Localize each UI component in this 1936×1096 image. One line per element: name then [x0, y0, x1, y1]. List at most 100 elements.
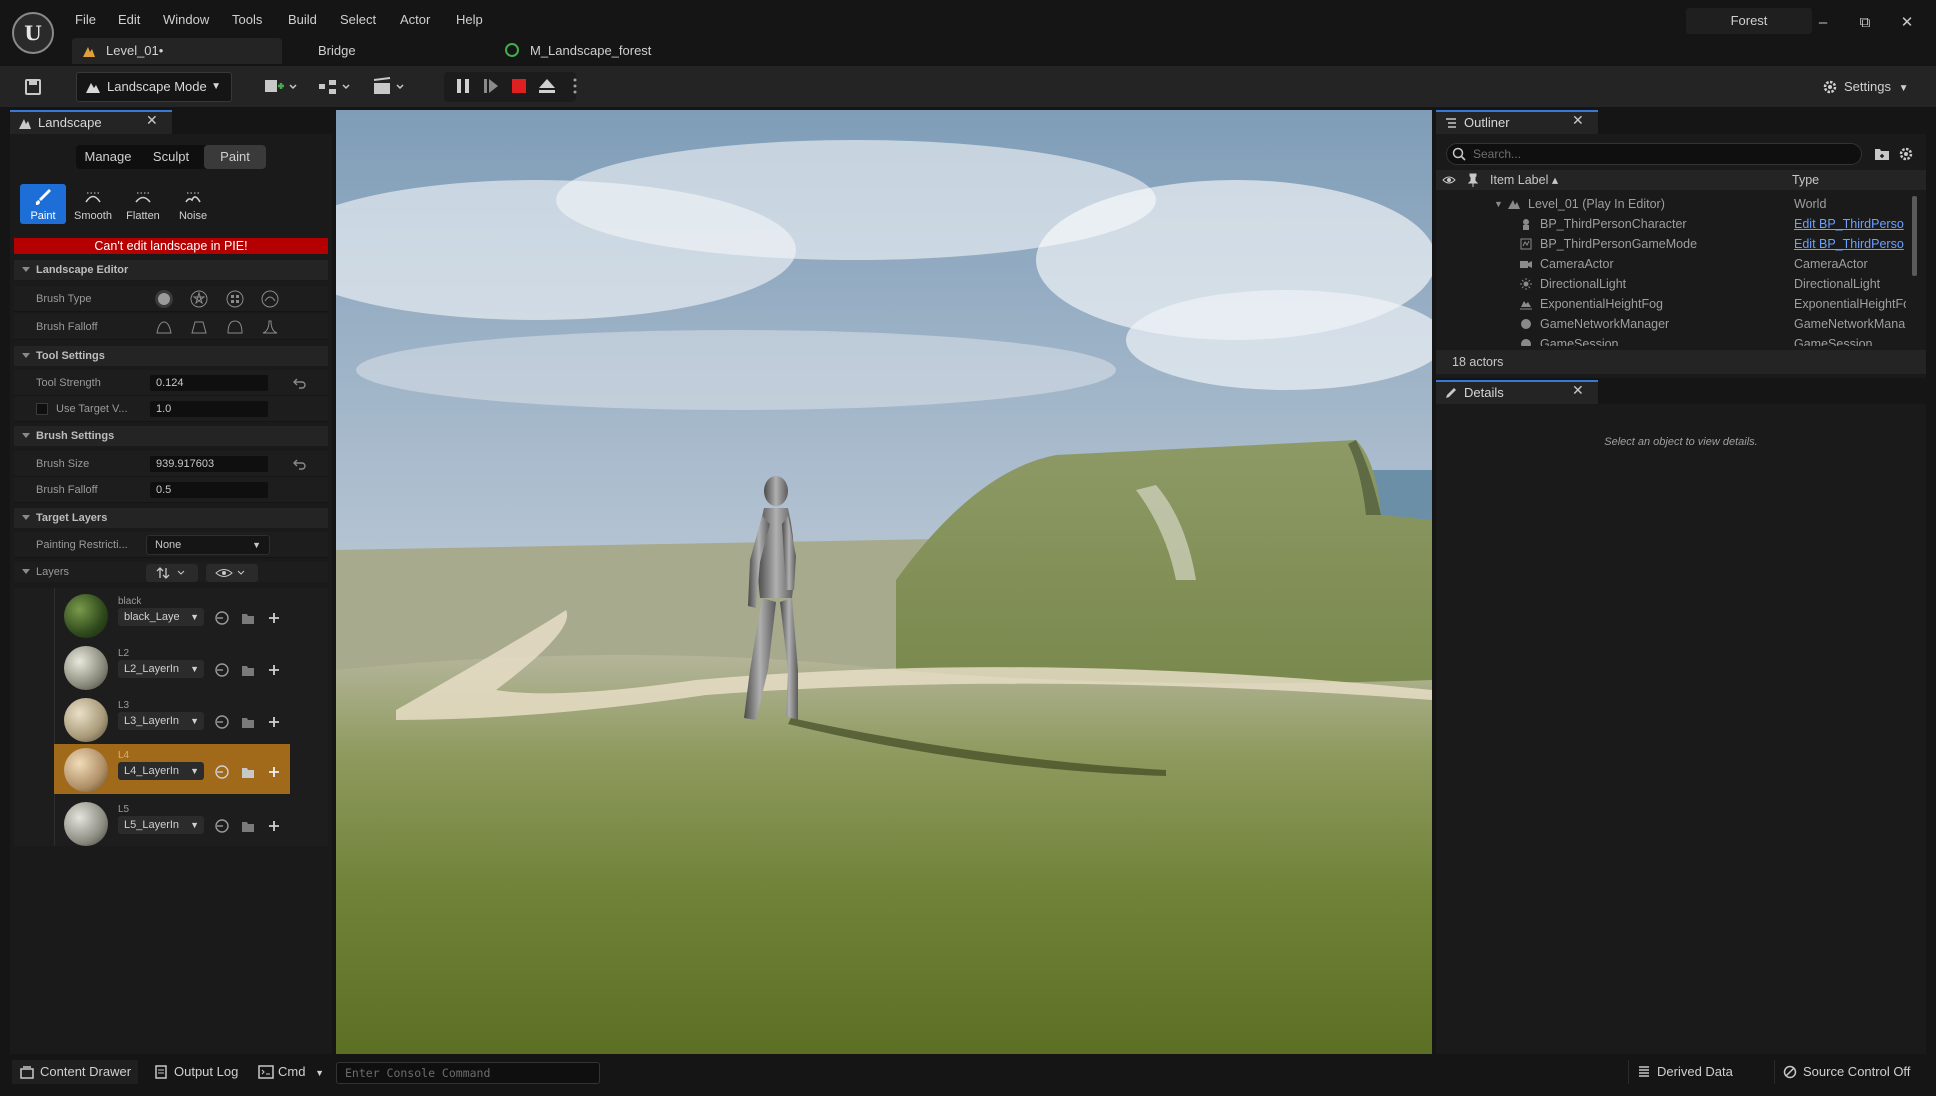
tree-row[interactable]: BP_ThirdPersonGameMode Edit BP_ThirdPers… [1436, 234, 1910, 254]
content-drawer-button[interactable]: Content Drawer [12, 1060, 138, 1084]
gear-icon[interactable] [1898, 146, 1914, 162]
menu-build[interactable]: Build [288, 10, 317, 30]
component-brush-icon[interactable] [260, 289, 280, 309]
edit-blueprint-link[interactable]: Edit BP_ThirdPerso [1794, 234, 1906, 254]
source-control-button[interactable]: Source Control Off [1774, 1060, 1926, 1084]
tool-flatten[interactable]: Flatten [120, 184, 166, 224]
menu-edit[interactable]: Edit [118, 10, 140, 30]
use-selected-icon[interactable] [214, 818, 230, 834]
more-options-icon[interactable] [564, 74, 586, 98]
mode-paint[interactable]: Paint [204, 145, 266, 169]
tree-row[interactable]: CameraActor CameraActor [1436, 254, 1910, 274]
browse-icon[interactable] [240, 764, 256, 780]
tool-smooth[interactable]: Smooth [70, 184, 116, 224]
eye-icon[interactable] [1442, 175, 1456, 185]
mode-sculpt[interactable]: Sculpt [144, 145, 198, 169]
pattern-brush-icon[interactable] [225, 289, 245, 309]
layer-row-black[interactable]: black black_Laye ▼ [54, 590, 290, 640]
painting-restriction-select[interactable]: None ▼ [146, 535, 270, 555]
cmd-dropdown[interactable]: Cmd ▼ [250, 1060, 330, 1084]
reset-arrow-icon[interactable] [292, 457, 306, 471]
outliner-scrollbar[interactable] [1912, 196, 1917, 276]
layer-sort-button[interactable] [146, 564, 198, 582]
chevron-down-icon[interactable]: ▼ [1494, 194, 1503, 214]
use-selected-icon[interactable] [214, 662, 230, 678]
use-selected-icon[interactable] [214, 764, 230, 780]
tool-paint[interactable]: Paint [20, 184, 66, 224]
column-type[interactable]: Type [1792, 170, 1819, 190]
layer-info-select[interactable]: L2_LayerIn ▼ [118, 660, 204, 678]
section-tool-settings[interactable]: Tool Settings [14, 346, 328, 366]
close-tab-icon[interactable]: ✕ [1572, 112, 1584, 129]
unreal-logo-icon[interactable]: U [12, 12, 54, 54]
level-viewport[interactable] [336, 110, 1432, 1054]
console-command-input[interactable]: Enter Console Command [336, 1062, 600, 1084]
menu-select[interactable]: Select [340, 10, 376, 30]
alpha-brush-icon[interactable] [189, 289, 209, 309]
add-icon[interactable] [266, 818, 282, 834]
add-icon[interactable] [266, 764, 282, 780]
outliner-search-input[interactable]: Search... [1446, 143, 1862, 165]
browse-icon[interactable] [240, 714, 256, 730]
reset-arrow-icon[interactable] [292, 376, 306, 390]
linear-falloff-icon[interactable] [189, 317, 209, 337]
brush-falloff-input[interactable]: 0.5 [150, 482, 268, 498]
layer-row-l2[interactable]: L2 L2_LayerIn ▼ [54, 642, 290, 692]
tool-strength-input[interactable]: 0.124 [150, 375, 268, 391]
circle-brush-icon[interactable] [154, 289, 174, 309]
tab-bridge[interactable]: Bridge [318, 38, 356, 64]
add-icon[interactable] [266, 714, 282, 730]
tab-level[interactable]: Level_01• [72, 38, 282, 64]
tab-material[interactable]: M_Landscape_forest [530, 38, 651, 64]
menu-window[interactable]: Window [163, 10, 209, 30]
pin-icon[interactable] [1468, 173, 1478, 187]
eject-icon[interactable] [536, 74, 558, 98]
derived-data-button[interactable]: Derived Data [1628, 1060, 1748, 1084]
close-window-icon[interactable]: ✕ [1892, 10, 1922, 36]
step-frame-icon[interactable] [480, 74, 502, 98]
use-selected-icon[interactable] [214, 714, 230, 730]
smooth-falloff-icon[interactable] [154, 317, 174, 337]
browse-icon[interactable] [240, 610, 256, 626]
tip-falloff-icon[interactable] [260, 317, 280, 337]
add-folder-icon[interactable] [1874, 146, 1890, 162]
section-landscape-editor[interactable]: Landscape Editor [14, 260, 328, 280]
menu-actor[interactable]: Actor [400, 10, 430, 30]
layer-info-select[interactable]: L4_LayerIn ▼ [118, 762, 204, 780]
tree-row[interactable]: GameNetworkManager GameNetworkMana [1436, 314, 1910, 334]
layer-info-select[interactable]: black_Laye ▼ [118, 608, 204, 626]
section-target-layers[interactable]: Target Layers [14, 508, 328, 528]
tool-noise[interactable]: Noise [170, 184, 216, 224]
restore-icon[interactable]: ⧉ [1850, 10, 1880, 36]
menu-help[interactable]: Help [456, 10, 483, 30]
add-icon[interactable] [266, 610, 282, 626]
add-actor-icon[interactable] [262, 74, 300, 100]
save-button[interactable] [18, 72, 48, 102]
pause-icon[interactable] [452, 74, 474, 98]
stop-icon[interactable] [508, 74, 530, 98]
cinematics-icon[interactable] [370, 74, 408, 100]
use-selected-icon[interactable] [214, 610, 230, 626]
menu-file[interactable]: File [75, 10, 96, 30]
layer-row-l5[interactable]: L5 L5_LayerIn ▼ [54, 798, 290, 848]
layer-info-select[interactable]: L3_LayerIn ▼ [118, 712, 204, 730]
landscape-mode-dropdown[interactable]: Landscape Mode ▼ [76, 72, 232, 102]
settings-button[interactable]: Settings ▼ [1814, 72, 1914, 102]
use-target-checkbox[interactable] [36, 403, 48, 415]
layer-row-l4[interactable]: L4 L4_LayerIn ▼ [54, 744, 290, 794]
brush-size-input[interactable]: 939.917603 [150, 456, 268, 472]
blueprint-icon[interactable] [316, 74, 354, 100]
edit-blueprint-link[interactable]: Edit BP_ThirdPerso [1794, 214, 1906, 234]
mode-manage[interactable]: Manage [80, 145, 136, 169]
browse-icon[interactable] [240, 662, 256, 678]
layer-row-l3[interactable]: L3 L3_LayerIn ▼ [54, 694, 290, 744]
tree-row[interactable]: BP_ThirdPersonCharacter Edit BP_ThirdPer… [1436, 214, 1910, 234]
layer-visibility-button[interactable] [206, 564, 258, 582]
spherical-falloff-icon[interactable] [225, 317, 245, 337]
use-target-input[interactable]: 1.0 [150, 401, 268, 417]
tree-row[interactable]: ▼ Level_01 (Play In Editor) World [1436, 194, 1910, 214]
output-log-button[interactable]: Output Log [146, 1060, 246, 1084]
section-brush-settings[interactable]: Brush Settings [14, 426, 328, 446]
close-tab-icon[interactable]: ✕ [146, 112, 158, 129]
close-tab-icon[interactable]: ✕ [1572, 382, 1584, 399]
